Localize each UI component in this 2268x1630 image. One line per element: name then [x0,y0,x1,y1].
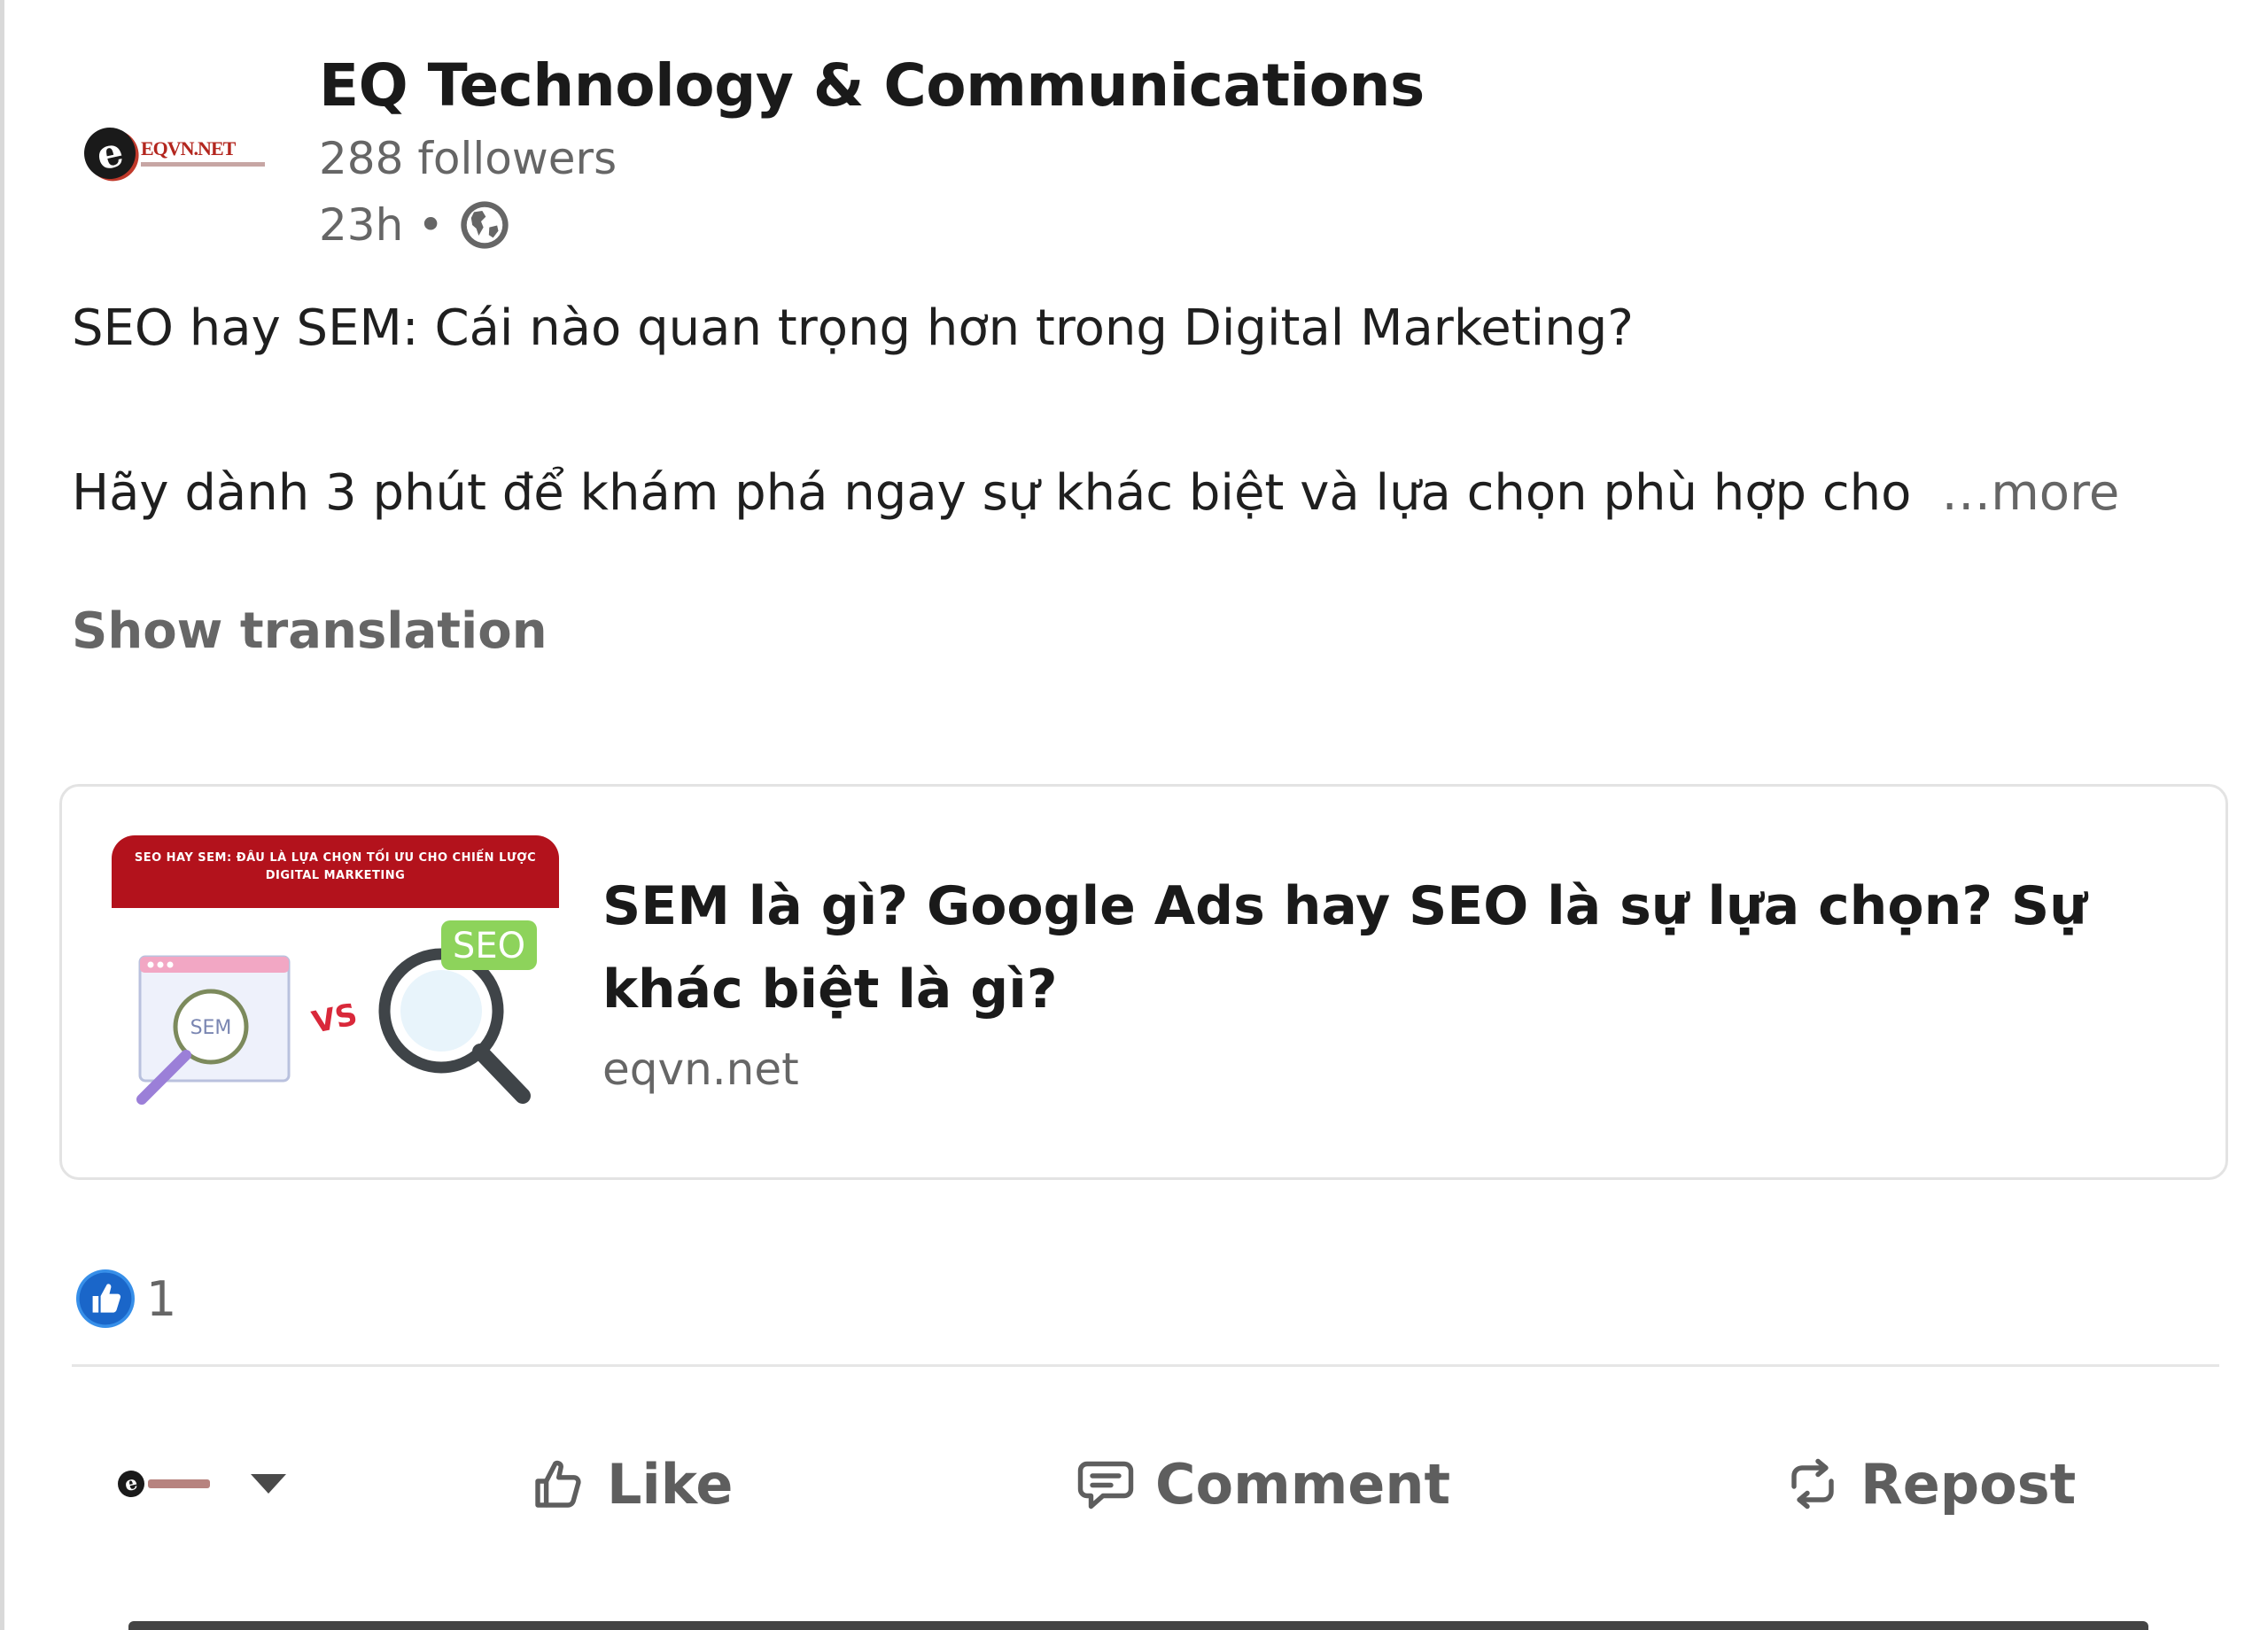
show-translation-button[interactable]: Show translation [72,602,548,660]
link-preview-card[interactable]: SEO HAY SEM: ĐÂU LÀ LỰA CHỌN TỐI ƯU CHO … [59,784,2228,1180]
post-meta: 23h • [319,197,513,253]
post-text-line: Hãy dành 3 phút để khám phá ngay sự khác… [72,464,2119,522]
post-card: e EQVN.NET EQ Technology & Communication… [0,0,2268,1630]
thumbnail-illustration: SEM VS SEO [136,920,537,1105]
logo-e-mark: e [79,122,141,183]
seo-label: SEO [453,926,525,966]
comment-icon [1077,1461,1134,1510]
article-title[interactable]: SEM là gì? Google Ads hay SEO là sự lựa … [602,865,2162,1031]
identity-avatar: e [115,1462,217,1506]
article-domain: eqvn.net [602,1044,799,1095]
company-logo[interactable]: e EQVN.NET [79,115,275,190]
reactions-summary[interactable]: 1 [74,1267,176,1331]
comment-label: Comment [1155,1451,1451,1517]
logo-tagline [141,162,265,167]
comment-button[interactable]: Comment [1072,1444,1450,1524]
author-name[interactable]: EQ Technology & Communications [319,51,1425,120]
like-button[interactable]: Like [527,1444,733,1524]
logo-wordmark: EQVN.NET [141,137,236,159]
post-time: 23h [319,199,404,251]
like-label: Like [607,1451,734,1517]
thumbs-up-icon [535,1460,581,1508]
next-post-edge [128,1621,2148,1630]
meta-separator: • [417,199,444,251]
repost-label: Repost [1860,1451,2077,1517]
repost-icon [1791,1458,1834,1510]
post-text-content: Hãy dành 3 phút để khám phá ngay sự khác… [72,464,1912,522]
see-more-link[interactable]: …more [1941,464,2119,522]
globe-icon [461,201,509,249]
sem-label: SEM [190,1017,232,1039]
repost-button[interactable]: Repost [1781,1444,2076,1524]
vs-label: VS [309,997,361,1041]
article-thumbnail[interactable]: SEO HAY SEM: ĐÂU LÀ LỰA CHỌN TỐI ƯU CHO … [112,835,559,1137]
like-reaction-icon [76,1269,135,1328]
follower-count: 288 followers [319,133,617,184]
caret-down-icon [251,1474,286,1494]
actions-divider [72,1364,2219,1367]
reaction-identity-selector[interactable]: e [115,1444,304,1524]
thumbnail-banner: SEO HAY SEM: ĐÂU LÀ LỰA CHỌN TỐI ƯU CHO … [112,835,559,908]
reaction-count: 1 [146,1270,177,1327]
post-text-line: SEO hay SEM: Cái nào quan trọng hơn tron… [72,299,1634,357]
